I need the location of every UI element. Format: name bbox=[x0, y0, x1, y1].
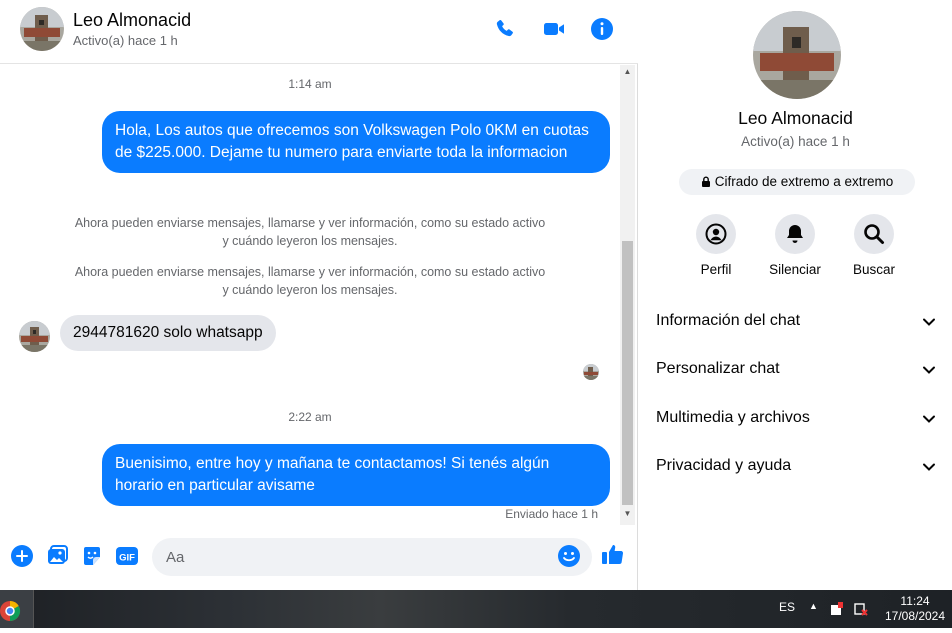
language-indicator[interactable]: ES bbox=[779, 600, 795, 614]
section-customize-chat[interactable]: Personalizar chat bbox=[639, 350, 952, 390]
scroll-thumb[interactable] bbox=[622, 241, 633, 505]
composer-bar: GIF bbox=[0, 530, 638, 584]
start-button[interactable] bbox=[0, 590, 34, 628]
thumbs-up-icon[interactable] bbox=[601, 542, 625, 566]
image-icon[interactable] bbox=[45, 544, 69, 568]
tray-expand-icon[interactable]: ▲ bbox=[809, 601, 818, 611]
profile-status: Activo(a) hace 1 h bbox=[741, 134, 850, 149]
gif-icon[interactable]: GIF bbox=[115, 544, 139, 568]
profile-photo[interactable] bbox=[753, 11, 841, 99]
system-notice: Ahora pueden enviarse mensajes, llamarse… bbox=[74, 265, 546, 297]
messenger-app: Leo Almonacid Activo(a) hace 1 h 1:14 am… bbox=[0, 0, 952, 590]
contact-name[interactable]: Leo Almonacid bbox=[73, 10, 191, 31]
search-button[interactable]: Buscar bbox=[839, 214, 909, 277]
scroll-down-arrow[interactable]: ▼ bbox=[620, 507, 635, 521]
browser-logo-icon bbox=[0, 600, 21, 622]
sent-status: Enviado hace 1 h bbox=[505, 507, 598, 521]
section-label: Privacidad y ayuda bbox=[656, 457, 792, 474]
system-clock[interactable]: 11:24 17/08/2024 bbox=[880, 594, 950, 624]
mute-button-label: Silenciar bbox=[769, 262, 821, 277]
sticker-icon[interactable] bbox=[80, 544, 104, 568]
system-notice: Ahora pueden enviarse mensajes, llamarse… bbox=[74, 216, 546, 248]
encryption-label: Cifrado de extremo a extremo bbox=[714, 174, 894, 189]
bell-icon bbox=[787, 225, 803, 243]
message-scrollbar[interactable]: ▲ ▼ bbox=[620, 65, 635, 525]
svg-text:GIF: GIF bbox=[119, 553, 135, 564]
section-label: Multimedia y archivos bbox=[656, 409, 810, 426]
message-input[interactable] bbox=[152, 538, 592, 576]
chevron-down-icon bbox=[923, 415, 935, 423]
section-label: Información del chat bbox=[656, 312, 801, 329]
message-list[interactable]: 1:14 am Hola, Los autos que ofrecemos so… bbox=[0, 65, 620, 525]
video-icon[interactable] bbox=[542, 17, 566, 41]
contact-status: Activo(a) hace 1 h bbox=[73, 33, 178, 48]
tray-app-icon[interactable] bbox=[829, 601, 845, 617]
profile-name: Leo Almonacid bbox=[738, 108, 853, 128]
section-media-files[interactable]: Multimedia y archivos bbox=[639, 399, 952, 439]
timestamp: 1:14 am bbox=[288, 77, 332, 91]
contact-avatar-small[interactable] bbox=[19, 321, 50, 352]
network-status-icon[interactable] bbox=[853, 601, 869, 617]
info-icon[interactable] bbox=[590, 17, 614, 41]
read-receipt-avatar bbox=[583, 364, 599, 380]
mute-button[interactable]: Silenciar bbox=[760, 214, 830, 277]
phone-icon[interactable] bbox=[493, 17, 517, 41]
profile-button[interactable]: Perfil bbox=[681, 214, 751, 277]
outgoing-message[interactable]: Buenisimo, entre hoy y mañana te contact… bbox=[102, 444, 610, 506]
incoming-message[interactable]: 2944781620 solo whatsapp bbox=[60, 315, 276, 351]
clock-date: 17/08/2024 bbox=[884, 609, 946, 623]
profile-button-label: Perfil bbox=[700, 262, 732, 277]
section-label: Personalizar chat bbox=[656, 360, 780, 377]
outgoing-message[interactable]: Hola, Los autos que ofrecemos son Volksw… bbox=[102, 111, 610, 173]
section-chat-info[interactable]: Información del chat bbox=[639, 302, 952, 342]
encryption-badge[interactable]: Cifrado de extremo a extremo bbox=[679, 169, 915, 195]
scroll-up-arrow[interactable]: ▲ bbox=[620, 65, 635, 79]
conversation-info-panel: Leo Almonacid Activo(a) hace 1 h Cifrado… bbox=[639, 0, 952, 590]
chevron-down-icon bbox=[923, 318, 935, 326]
plus-icon[interactable] bbox=[10, 544, 34, 568]
timestamp: 2:22 am bbox=[288, 410, 332, 424]
contact-avatar[interactable] bbox=[20, 7, 64, 51]
clock-time: 11:24 bbox=[900, 594, 930, 608]
chevron-down-icon bbox=[923, 366, 935, 374]
emoji-icon[interactable] bbox=[557, 544, 581, 568]
search-button-label: Buscar bbox=[852, 262, 896, 277]
section-privacy-help[interactable]: Privacidad y ayuda bbox=[639, 447, 952, 487]
chat-header: Leo Almonacid Activo(a) hace 1 h bbox=[0, 0, 638, 64]
chevron-down-icon bbox=[923, 463, 935, 471]
chat-panel: Leo Almonacid Activo(a) hace 1 h 1:14 am… bbox=[0, 0, 638, 590]
profile-icon bbox=[705, 223, 727, 245]
search-icon bbox=[864, 224, 884, 244]
os-taskbar: ES ▲ 11:24 17/08/2024 bbox=[0, 590, 952, 628]
lock-icon bbox=[701, 176, 710, 187]
